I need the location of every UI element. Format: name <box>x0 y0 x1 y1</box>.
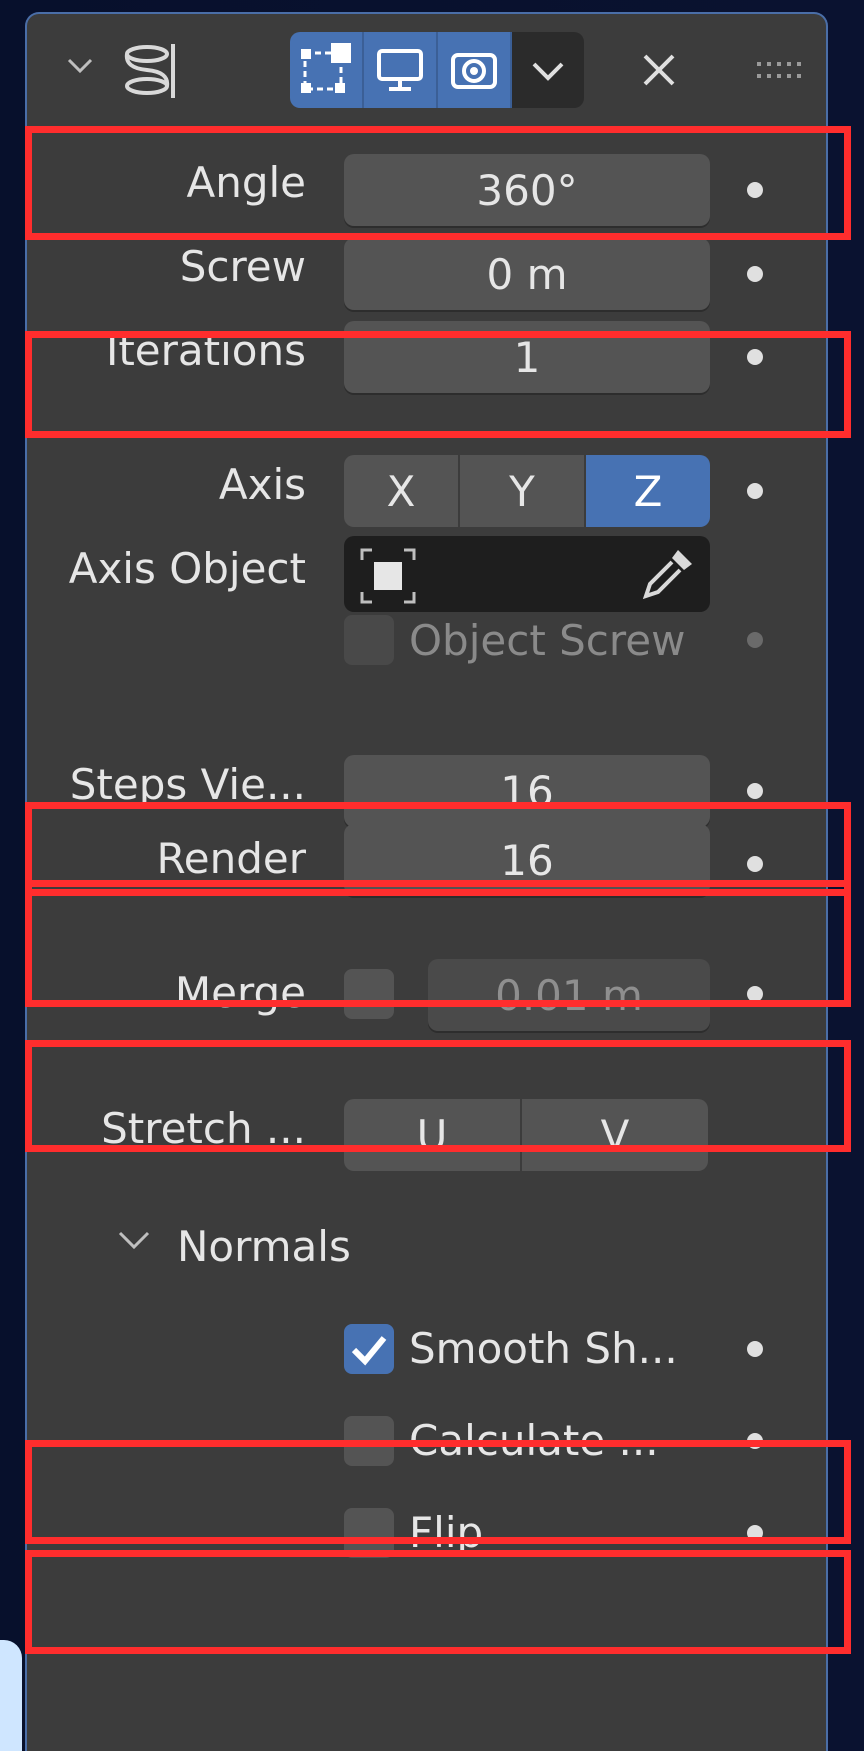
axis-selector: X Y Z <box>344 455 710 527</box>
calculate-order-keyframe-dot[interactable] <box>747 1433 763 1449</box>
object-screw-checkbox[interactable] <box>344 615 394 665</box>
axis-z-button[interactable]: Z <box>586 455 710 527</box>
normals-section-label[interactable]: Normals <box>177 1226 351 1268</box>
merge-distance-field[interactable]: 0.01 m <box>428 959 710 1031</box>
screw-modifier-icon <box>124 44 175 98</box>
close-icon[interactable] <box>639 50 679 90</box>
axis-object-field[interactable] <box>344 536 710 612</box>
merge-keyframe-dot[interactable] <box>747 986 763 1002</box>
modifier-toggle-group <box>290 32 584 108</box>
iterations-keyframe-dot[interactable] <box>747 349 763 365</box>
camera-icon <box>451 53 497 89</box>
smooth-shading-checkbox[interactable] <box>344 1324 394 1374</box>
stretch-selector: U V <box>344 1099 708 1171</box>
screw-modifier-panel: Angle 360° Screw 0 m Iterations 1 Axis X… <box>25 12 828 1751</box>
collapse-chevron-icon[interactable] <box>65 50 95 80</box>
vertex-square-icon <box>301 43 351 93</box>
calculate-order-checkbox[interactable] <box>344 1416 394 1466</box>
stretch-u-button[interactable]: U <box>344 1099 522 1171</box>
angle-field[interactable]: 360° <box>344 154 710 226</box>
render-field[interactable]: 16 <box>344 824 710 896</box>
flip-keyframe-dot[interactable] <box>747 1525 763 1541</box>
checkmark-icon <box>351 1336 387 1366</box>
smooth-shading-keyframe-dot[interactable] <box>747 1341 763 1357</box>
modifier-dropdown[interactable] <box>512 32 584 108</box>
flip-checkbox[interactable] <box>344 1508 394 1558</box>
screw-label: Screw <box>179 242 306 291</box>
axis-x-button[interactable]: X <box>344 455 460 527</box>
stretch-label: Stretch ... <box>101 1104 306 1153</box>
edit-mode-toggle[interactable] <box>290 32 364 108</box>
axis-label: Axis <box>218 460 306 509</box>
iterations-label: Iterations <box>105 326 306 375</box>
chevron-down-icon <box>532 62 564 81</box>
iterations-field[interactable]: 1 <box>344 321 710 393</box>
screw-keyframe-dot[interactable] <box>747 266 763 282</box>
render-label: Render <box>156 834 306 883</box>
object-screw-keyframe-dot[interactable] <box>747 632 763 648</box>
axis-object-label: Axis Object <box>68 544 306 593</box>
background-shape <box>0 1640 22 1751</box>
render-keyframe-dot[interactable] <box>747 856 763 872</box>
steps-viewport-field[interactable]: 16 <box>344 755 710 827</box>
screw-field[interactable]: 0 m <box>344 238 710 310</box>
calculate-order-label: Calculate ... <box>409 1416 659 1465</box>
merge-label: Merge <box>174 968 306 1017</box>
modifier-header <box>27 14 826 122</box>
angle-keyframe-dot[interactable] <box>747 182 763 198</box>
viewport-toggle[interactable] <box>364 32 438 108</box>
app-background: Angle 360° Screw 0 m Iterations 1 Axis X… <box>0 0 864 1751</box>
eyedropper-icon[interactable] <box>638 544 698 604</box>
angle-label: Angle <box>186 158 306 207</box>
monitor-icon <box>377 49 423 91</box>
steps-viewport-keyframe-dot[interactable] <box>747 783 763 799</box>
object-selector-icon <box>360 548 416 604</box>
axis-y-button[interactable]: Y <box>460 455 586 527</box>
object-screw-label: Object Screw <box>409 616 686 665</box>
smooth-shading-label: Smooth Sh... <box>409 1324 678 1373</box>
render-toggle[interactable] <box>438 32 512 108</box>
drag-grip-icon[interactable] <box>757 62 801 80</box>
merge-checkbox[interactable] <box>344 969 394 1019</box>
flip-label: Flip <box>409 1508 484 1557</box>
normals-chevron-icon[interactable] <box>117 1229 151 1253</box>
stretch-v-button[interactable]: V <box>522 1099 708 1171</box>
steps-viewport-label: Steps Vie... <box>69 760 306 809</box>
axis-keyframe-dot[interactable] <box>747 483 763 499</box>
